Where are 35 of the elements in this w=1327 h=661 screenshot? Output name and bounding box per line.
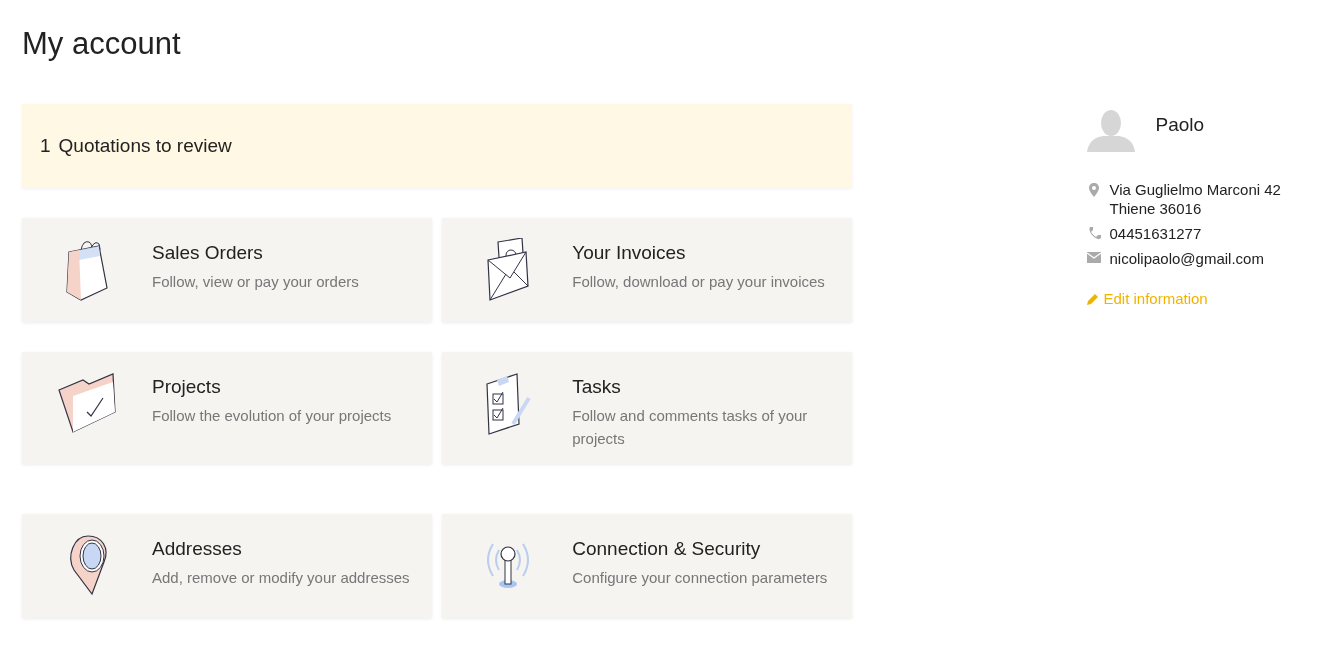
pencil-icon bbox=[1087, 292, 1100, 305]
account-card[interactable]: Addresses Add, remove or modify your addresses bbox=[22, 514, 433, 618]
card-title: Connection & Security bbox=[572, 538, 762, 560]
quotation-count: 1 bbox=[40, 135, 51, 157]
account-card[interactable]: Projects Follow the evolution of your projects bbox=[22, 352, 433, 464]
contact-text: nicolipaolo@gmail.com bbox=[1109, 249, 1264, 268]
card-title: Your Invoices bbox=[572, 242, 687, 264]
card-title: Projects bbox=[152, 376, 222, 398]
quotations-alert[interactable]: 1 Quotations to review bbox=[22, 104, 853, 188]
location-pin-icon bbox=[1089, 183, 1100, 197]
envelope-icon bbox=[1087, 252, 1102, 263]
card-title: Sales Orders bbox=[152, 242, 264, 264]
account-card[interactable]: Your Invoices Follow, download or pay your invoices bbox=[442, 218, 853, 322]
card-description: Follow, download or pay your invoices bbox=[572, 272, 825, 292]
folder-check-icon bbox=[57, 372, 119, 434]
card-description: Follow the evolution of your projects bbox=[152, 406, 392, 426]
account-card[interactable]: Connection & Security Configure your connection parameters bbox=[442, 514, 853, 618]
card-description: Follow, view or pay your orders bbox=[152, 272, 359, 292]
contact-text: 04451631277 bbox=[1109, 224, 1202, 243]
shopping-bag-icon bbox=[65, 238, 111, 302]
avatar-silhouette-icon bbox=[1087, 110, 1136, 152]
account-card[interactable]: Tasks Follow and comments tasks of your projects bbox=[442, 352, 853, 464]
user-name: Paolo bbox=[1155, 114, 1205, 136]
contact-text: Via Guglielmo Marconi 42 bbox=[1109, 180, 1281, 199]
clipboard-checklist-icon bbox=[485, 372, 532, 436]
card-description: Follow and comments tasks of your projects bbox=[572, 406, 809, 449]
card-title: Tasks bbox=[572, 376, 622, 398]
page-title: My account bbox=[22, 26, 182, 62]
card-description: Add, remove or modify your addresses bbox=[152, 568, 410, 588]
alert-text: Quotations to review bbox=[58, 135, 232, 157]
account-card[interactable]: Sales Orders Follow, view or pay your orders bbox=[22, 218, 433, 322]
phone-icon bbox=[1088, 227, 1101, 240]
card-title: Addresses bbox=[152, 538, 243, 560]
card-description: Configure your connection parameters bbox=[572, 568, 828, 588]
contact-text: Thiene 36016 bbox=[1109, 199, 1203, 218]
